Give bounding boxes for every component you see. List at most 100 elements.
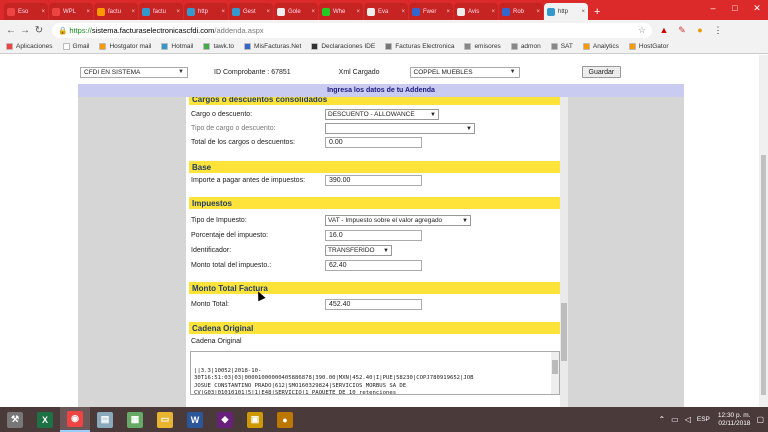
new-tab-button[interactable]: + [594,6,600,18]
bookmark-label: MisFacturas.Net [254,43,302,50]
bookmark-item[interactable]: HostGator [628,43,669,50]
bookmark-item[interactable]: admon [510,43,541,50]
url-input[interactable]: 🔒 https:// sistema.facturaselectronicasc… [52,22,652,38]
bookmark-item[interactable]: emisores [464,43,501,50]
cadena-label: Cadena Original [191,338,242,345]
bookmark-item[interactable]: Facturas Electronica [385,43,454,50]
bookmark-star-icon[interactable]: ☆ [638,25,646,36]
tab-label: http [198,8,209,15]
tab-close-icon[interactable]: × [446,9,450,15]
xml-label: Xml Cargado [338,68,380,76]
identificador-select[interactable]: TRANSFERIDO ▼ [325,245,392,256]
bookmark-item[interactable]: Aplicaciones [6,43,53,50]
status-select[interactable]: CFDI EN SISTEMA ▼ [80,66,188,78]
notifications-icon[interactable]: ▢ [756,415,764,424]
browser-tab[interactable]: Gole × [274,3,318,20]
tab-close-icon[interactable]: × [356,9,360,15]
taskbar-excel-button[interactable]: X [30,407,60,432]
tab-close-icon[interactable]: × [221,9,225,15]
network-icon[interactable]: ▭ [671,415,679,424]
maximize-icon[interactable]: □ [724,0,746,16]
tab-close-icon[interactable]: × [401,9,405,15]
monto-total-input[interactable]: 452.40 [325,299,422,310]
back-icon[interactable]: ← [4,25,18,36]
page-scrollbar[interactable] [759,55,768,407]
total-cargos-label: Total de los cargos o descuentos: [191,139,295,146]
taskbar-explorer-button[interactable]: ▭ [150,407,180,432]
tab-close-icon[interactable]: × [491,9,495,15]
browser-tab[interactable]: Eva × [364,3,408,20]
taskbar-visual-studio-button[interactable]: ◆ [210,407,240,432]
client-select[interactable]: COPPEL MUEBLES ▼ [409,66,520,78]
tab-close-icon[interactable]: × [131,9,135,15]
chevron-up-icon[interactable]: ⌃ [658,415,665,424]
tab-close-icon[interactable]: × [86,9,90,15]
tab-close-icon[interactable]: × [581,9,585,15]
tab-favicon-icon [232,7,240,16]
browser-tab[interactable]: WPL × [49,3,93,20]
importe-input[interactable]: 390.00 [325,175,422,186]
browser-tab[interactable]: Avis × [454,3,498,20]
taskbar-word-button[interactable]: W [180,407,210,432]
bookmark-item[interactable]: Gmail [62,43,89,50]
extension-icon[interactable]: ✎ [676,24,688,36]
taskbar-tools-button[interactable]: ⚒ [0,407,30,432]
browser-tab[interactable]: Gest × [229,3,273,20]
tab-close-icon[interactable]: × [536,9,540,15]
cadena-textarea[interactable]: ||3.3|10052|2018-10- 30T16:51:03|03|00001… [190,351,560,395]
taskbar-chrome-button[interactable]: ◉ [60,407,90,432]
browser-tab[interactable]: http × [544,3,588,20]
browser-tab[interactable]: Whe × [319,3,363,20]
reload-icon[interactable]: ↻ [32,25,46,36]
porcentaje-label: Porcentaje del impuesto: [191,232,269,239]
extension-icon[interactable]: ● [694,24,706,36]
bookmark-item[interactable]: tawk.to [203,43,234,50]
chevron-down-icon: ▼ [466,125,472,132]
tab-close-icon[interactable]: × [266,9,270,15]
tab-close-icon[interactable]: × [311,9,315,15]
forward-icon[interactable]: → [18,25,32,36]
bookmark-item[interactable]: Hostgator mail [99,43,151,50]
monto-total-label: Monto Total: [191,301,230,308]
chevron-down-icon: ▼ [509,68,516,75]
bookmark-item[interactable]: SAT [550,43,573,50]
cadena-line: JOSUE CONSTANTINO PRADO|612|SMO160329824… [194,382,407,389]
identificador-label: Identificador: [191,247,232,254]
monto-impuesto-input[interactable]: 62.40 [325,260,422,271]
menu-icon[interactable]: ⋮ [712,24,724,36]
tipo-cargo-select[interactable]: ▼ [325,123,475,134]
save-button[interactable]: Guardar [581,66,622,78]
taskbar-app-button[interactable]: ▣ [240,407,270,432]
minimize-icon[interactable]: – [702,0,724,16]
textarea-scrollbar[interactable] [551,352,559,394]
bookmark-icon [628,43,636,50]
bookmark-item[interactable]: Declaraciones IDE [311,43,375,50]
tab-close-icon[interactable]: × [176,9,180,15]
language-indicator[interactable]: ESP [697,416,710,423]
bookmark-item[interactable]: Analytics [582,43,619,50]
taskbar-calculator-button[interactable]: ▦ [120,407,150,432]
taskbar-files-button[interactable]: ▤ [90,407,120,432]
tab-label: Rob [513,8,525,15]
browser-tab[interactable]: Eso × [4,3,48,20]
extension-icon[interactable]: ▲ [658,24,670,36]
bookmark-item[interactable]: Hotmail [161,43,193,50]
browser-tab[interactable]: factu × [139,3,183,20]
clock[interactable]: 12:30 p. m. 02/11/2018 [718,412,751,428]
volume-icon[interactable]: ◁ [685,415,691,424]
cargo-select[interactable]: DESCUENTO - ALLOWANCE ▼ [325,109,439,120]
bookmark-item[interactable]: MisFacturas.Net [244,43,301,50]
tipo-cargo-label: Tipo de cargo o descuento: [191,125,276,132]
tab-close-icon[interactable]: × [41,9,45,15]
importe-label: Importe a pagar antes de impuestos: [191,177,306,184]
browser-tab[interactable]: http × [184,3,228,20]
taskbar-paint-button[interactable]: ● [270,407,300,432]
total-cargos-input[interactable]: 0.00 [325,137,422,148]
porcentaje-input[interactable]: 16.0 [325,230,422,241]
close-icon[interactable]: ✕ [746,0,768,16]
tipo-impuesto-select[interactable]: VAT - Impuesto sobre el valor agregado ▼ [325,215,471,226]
form-scrollbar[interactable] [560,97,568,407]
browser-tab[interactable]: factu × [94,3,138,20]
browser-tab[interactable]: Rob × [499,3,543,20]
browser-tab[interactable]: Fwer × [409,3,453,20]
